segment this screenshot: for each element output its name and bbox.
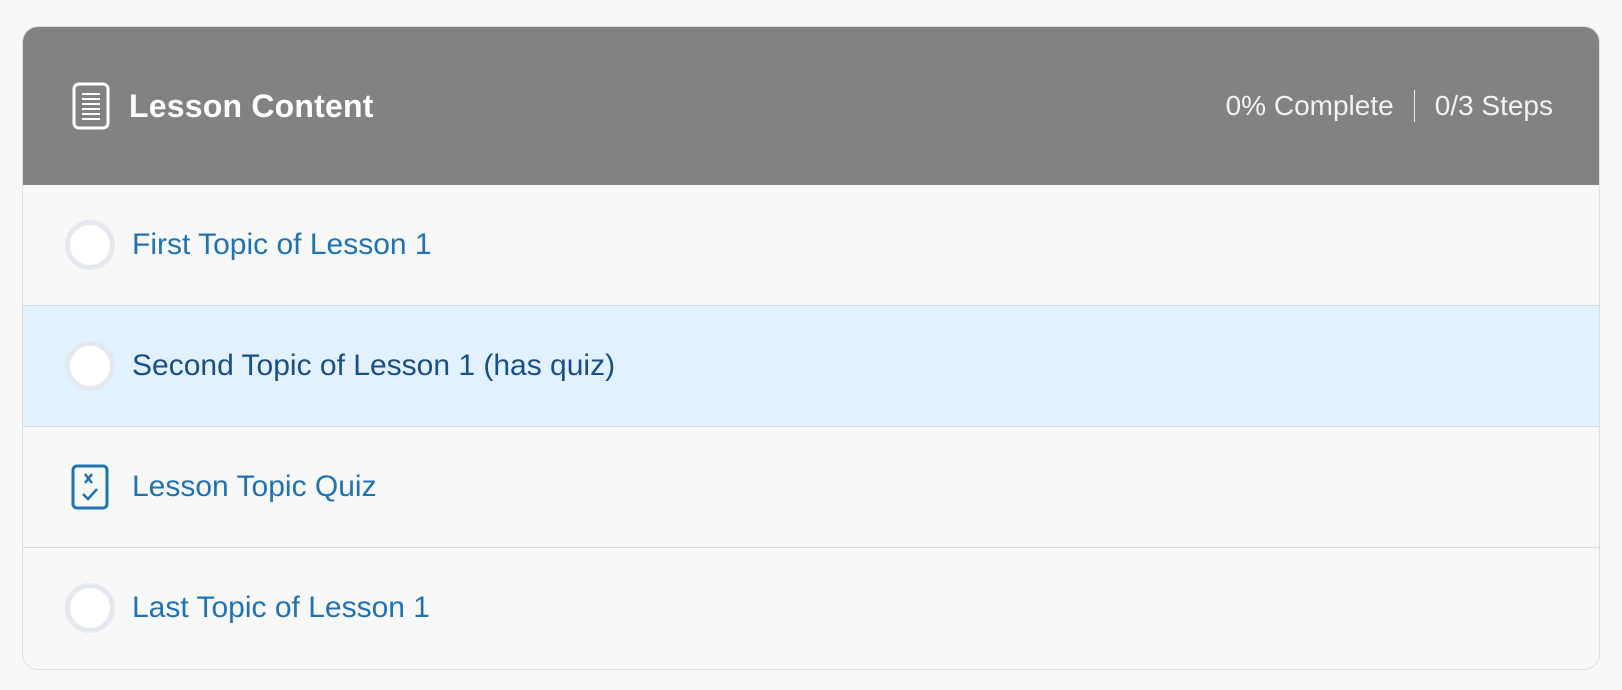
incomplete-circle-icon [65,583,115,633]
quiz-item[interactable]: Lesson Topic Quiz [23,426,1599,547]
quiz-link[interactable]: Lesson Topic Quiz [132,470,377,504]
topic-link[interactable]: Second Topic of Lesson 1 (has quiz) [132,349,615,383]
topic-item-last[interactable]: Last Topic of Lesson 1 [23,547,1599,668]
progress-divider [1413,90,1415,122]
lesson-content-header: Lesson Content 0% Complete 0/3 Steps [23,27,1599,185]
lesson-content-panel: Lesson Content 0% Complete 0/3 Steps Fir… [22,26,1600,670]
document-icon [71,81,111,131]
incomplete-circle-icon [65,220,115,270]
incomplete-circle-icon [65,341,115,391]
lesson-content-title: Lesson Content [129,87,374,124]
progress-steps: 0/3 Steps [1434,90,1553,121]
topic-link[interactable]: Last Topic of Lesson 1 [132,591,430,625]
topic-item-second[interactable]: Second Topic of Lesson 1 (has quiz) [23,305,1599,426]
quiz-icon [65,460,115,514]
topic-link[interactable]: First Topic of Lesson 1 [132,228,432,262]
lesson-topic-list: First Topic of Lesson 1 Second Topic of … [23,185,1599,668]
progress-percent: 0% Complete [1225,90,1394,121]
progress-summary: 0% Complete 0/3 Steps [1226,90,1553,122]
topic-item-first[interactable]: First Topic of Lesson 1 [23,185,1599,305]
header-title-group: Lesson Content [71,81,374,131]
